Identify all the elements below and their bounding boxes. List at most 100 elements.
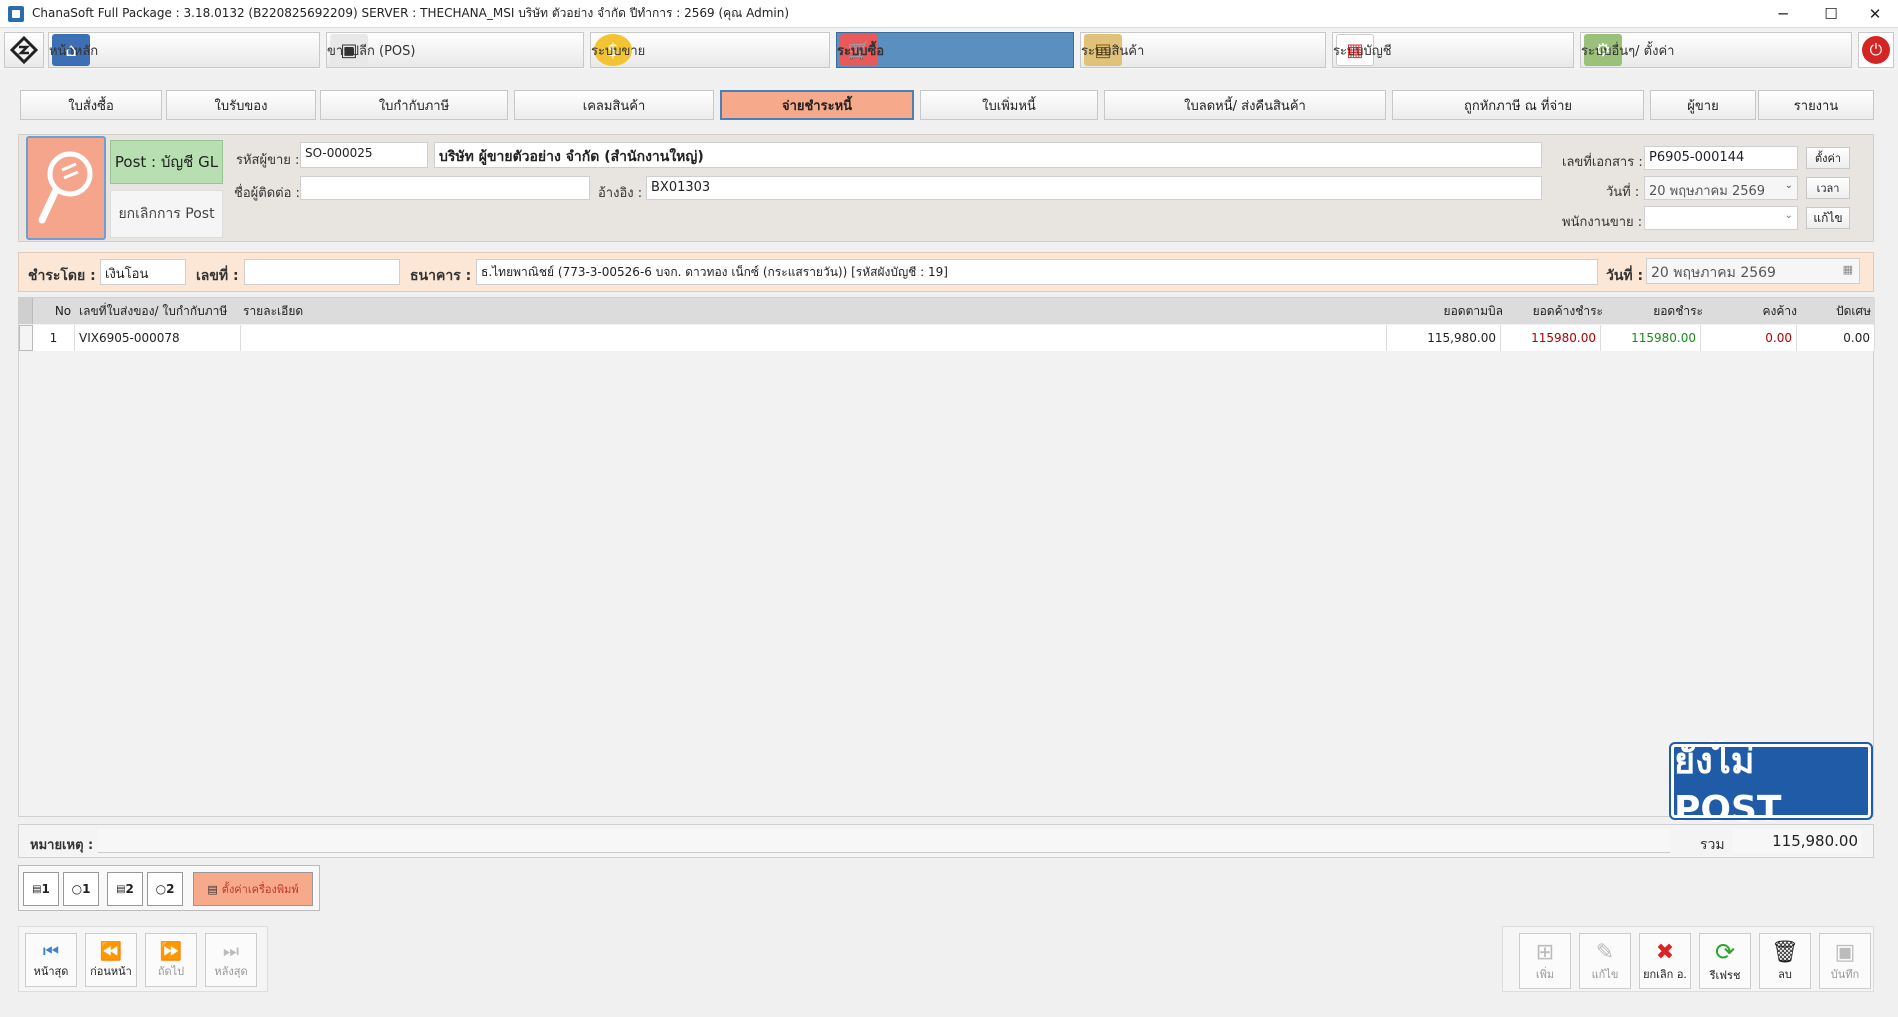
- nav-other[interactable]: ⚙ ระบบอื่นๆ/ ตั้งค่า: [1580, 32, 1852, 68]
- action-toolbar: ⊞ เพิ่ม ✎ แก้ไข ✖ ยกเลิก อ. ⟳ รีเฟรช 🗑 ลบ ▣ บั…: [1502, 926, 1874, 992]
- unpost-button[interactable]: ยกเลิกการ Post: [110, 190, 223, 238]
- cell-paid[interactable]: 115980.00: [1601, 325, 1701, 351]
- printer-setup-button[interactable]: ▤ ตั้งค่าเครื่องพิมพ์: [193, 872, 313, 906]
- nav-pos-label: ขายปลีก (POS): [327, 43, 416, 59]
- cell-bill: 115,980.00: [1387, 325, 1501, 351]
- refresh-button[interactable]: ⟳ รีเฟรช: [1699, 933, 1751, 989]
- print-1-button[interactable]: ▤ 1: [23, 872, 59, 906]
- last-label: หลังสุด: [214, 964, 248, 978]
- pay-by-label: ชำระโดย :: [28, 268, 96, 284]
- first-icon: ⏮: [42, 940, 60, 962]
- add-button[interactable]: ⊞ เพิ่ม: [1519, 933, 1571, 989]
- last-record-button[interactable]: ⏭ หลังสุด: [205, 933, 257, 987]
- tab-tax-invoice[interactable]: ใบกำกับภาษี: [320, 90, 508, 120]
- save-icon: ▣: [1834, 939, 1856, 965]
- date-picker[interactable]: 20 พฤษภาคม 2569 ⌄: [1644, 176, 1798, 200]
- nav-home[interactable]: ⌂ หน้าหลัก: [48, 32, 320, 68]
- tab-credit-note[interactable]: ใบลดหนี้/ ส่งคืนสินค้า: [1104, 90, 1386, 120]
- next-record-button[interactable]: ⏩ ถัดไป: [145, 933, 197, 987]
- nav-accounting-label: ระบบบัญชี: [1333, 43, 1392, 59]
- preview-1-label: 1: [82, 882, 91, 896]
- tab-debt-payment[interactable]: จ่ายชำระหนี้: [720, 90, 914, 120]
- edit-button[interactable]: ✎ แก้ไข: [1579, 933, 1631, 989]
- pay-date-value: 20 พฤษภาคม 2569: [1651, 265, 1776, 281]
- doc-number-field[interactable]: P6905-000144: [1644, 146, 1798, 170]
- col-doc: เลขที่ใบส่งของ/ ใบกำกับภาษี: [75, 298, 255, 324]
- delete-button[interactable]: 🗑 ลบ: [1759, 933, 1811, 989]
- print-2-label: 2: [125, 882, 134, 896]
- cancel-document-button[interactable]: ✖ ยกเลิก อ.: [1639, 933, 1691, 989]
- prev-record-button[interactable]: ⏪ ก่อนหน้า: [85, 933, 137, 987]
- pay-by-field[interactable]: เงินโอน: [100, 259, 186, 285]
- record-navigation: ⏮ หน้าสุด ⏪ ก่อนหน้า ⏩ ถัดไป ⏭ หลังสุด: [18, 926, 268, 992]
- nav-accounting[interactable]: ▦ ระบบบัญชี: [1332, 32, 1574, 68]
- nav-inventory[interactable]: ▤ ระบบสินค้า: [1080, 32, 1326, 68]
- bank-field[interactable]: ธ.ไทยพาณิชย์ (773-3-00526-6 บจก. ดาวทอง …: [476, 259, 1598, 285]
- maximize-button[interactable]: ☐: [1808, 0, 1854, 28]
- close-button[interactable]: ✕: [1852, 0, 1898, 28]
- tab-vendor[interactable]: ผู้ขาย: [1650, 90, 1756, 120]
- tab-report[interactable]: รายงาน: [1758, 90, 1874, 120]
- printer-gear-icon: ▤: [207, 882, 218, 896]
- cancel-document-icon: ✖: [1655, 939, 1675, 965]
- vendor-code-field[interactable]: SO-000025: [300, 142, 428, 168]
- not-posted-stamp: ยังไม่ POST: [1669, 741, 1873, 830]
- time-button[interactable]: เวลา: [1806, 177, 1850, 199]
- nav-pos[interactable]: ▣ ขายปลีก (POS): [326, 32, 584, 68]
- next-label: ถัดไป: [157, 964, 185, 978]
- nav-sales[interactable]: $ ระบบขาย: [590, 32, 830, 68]
- preview-2-button[interactable]: ○ 2: [147, 872, 183, 906]
- tab-purchase-order[interactable]: ใบสั่งซื้อ: [20, 90, 162, 120]
- last-icon: ⏭: [222, 940, 240, 962]
- add-document-icon: ⊞: [1535, 939, 1555, 965]
- tab-claim[interactable]: เคลมสินค้า: [514, 90, 714, 120]
- cancel-label: ยกเลิก อ.: [1643, 967, 1687, 981]
- minimize-button[interactable]: ─: [1760, 0, 1806, 28]
- grid-corner: [19, 298, 33, 324]
- doc-number-label: เลขที่เอกสาร :: [1562, 155, 1643, 170]
- nav-purchase[interactable]: 🛒 ระบบซื้อ: [836, 32, 1074, 68]
- preview-1-button[interactable]: ○ 1: [63, 872, 99, 906]
- first-record-button[interactable]: ⏮ หน้าสุด: [25, 933, 77, 987]
- printer-icon: ▤: [32, 883, 42, 895]
- cell-round[interactable]: 0.00: [1797, 325, 1875, 351]
- salesman-select[interactable]: ⌄: [1644, 206, 1798, 230]
- print-2-button[interactable]: ▤ 2: [107, 872, 143, 906]
- pay-date-picker[interactable]: 20 พฤษภาคม 2569 ▦: [1646, 258, 1860, 284]
- edit-salesman-button[interactable]: แก้ไข: [1806, 207, 1850, 229]
- search-document-button[interactable]: [26, 136, 106, 240]
- tab-debit-note[interactable]: ใบเพิ่มหนี้: [920, 90, 1098, 120]
- reference-field[interactable]: BX01303: [646, 176, 1542, 200]
- pay-no-field[interactable]: [244, 259, 400, 285]
- edit-document-icon: ✎: [1595, 939, 1615, 965]
- reference-label: อ้างอิง :: [598, 186, 643, 201]
- power-button[interactable]: ⏻: [1858, 32, 1894, 68]
- tab-goods-receipt[interactable]: ใบรับของ: [166, 90, 316, 120]
- print-toolbar: ▤ 1 ○ 1 ▤ 2 ○ 2 ▤ ตั้งค่าเครื่องพิมพ์: [18, 865, 320, 911]
- chevron-down-icon: ⌄: [1784, 210, 1793, 221]
- remark-field[interactable]: [98, 829, 1670, 853]
- first-label: หน้าสุด: [33, 964, 69, 978]
- save-label: บันทึก: [1830, 967, 1860, 981]
- col-detail: รายละเอียด: [243, 298, 343, 324]
- post-gl-button[interactable]: Post : บัญชี GL: [110, 140, 223, 184]
- vendor-name-field[interactable]: บริษัท ผู้ขายตัวอย่าง จำกัด (สำนักงานใหญ…: [434, 142, 1542, 168]
- add-label: เพิ่ม: [1535, 967, 1555, 981]
- print-1-label: 1: [41, 882, 50, 896]
- vendor-code-label: รหัสผู้ขาย :: [236, 153, 300, 168]
- prev-label: ก่อนหน้า: [90, 964, 132, 978]
- preview-2-label: 2: [166, 882, 175, 896]
- bank-label: ธนาคาร :: [410, 268, 472, 284]
- logo-button[interactable]: [4, 32, 44, 68]
- save-button[interactable]: ▣ บันทึก: [1819, 933, 1871, 989]
- printer-setup-label: ตั้งค่าเครื่องพิมพ์: [221, 883, 299, 896]
- pay-no-label: เลขที่ :: [196, 268, 239, 284]
- row-selector[interactable]: [19, 325, 33, 351]
- tab-withholding-tax[interactable]: ถูกหักภาษี ณ ที่จ่าย: [1392, 90, 1644, 120]
- refresh-label: รีเฟรช: [1709, 969, 1741, 982]
- settings-button[interactable]: ตั้งค่า: [1806, 147, 1850, 169]
- contact-field[interactable]: [300, 176, 590, 200]
- delete-label: ลบ: [1778, 967, 1792, 981]
- cell-detail[interactable]: [241, 325, 1387, 351]
- cell-doc[interactable]: VIX6905-000078: [75, 325, 241, 351]
